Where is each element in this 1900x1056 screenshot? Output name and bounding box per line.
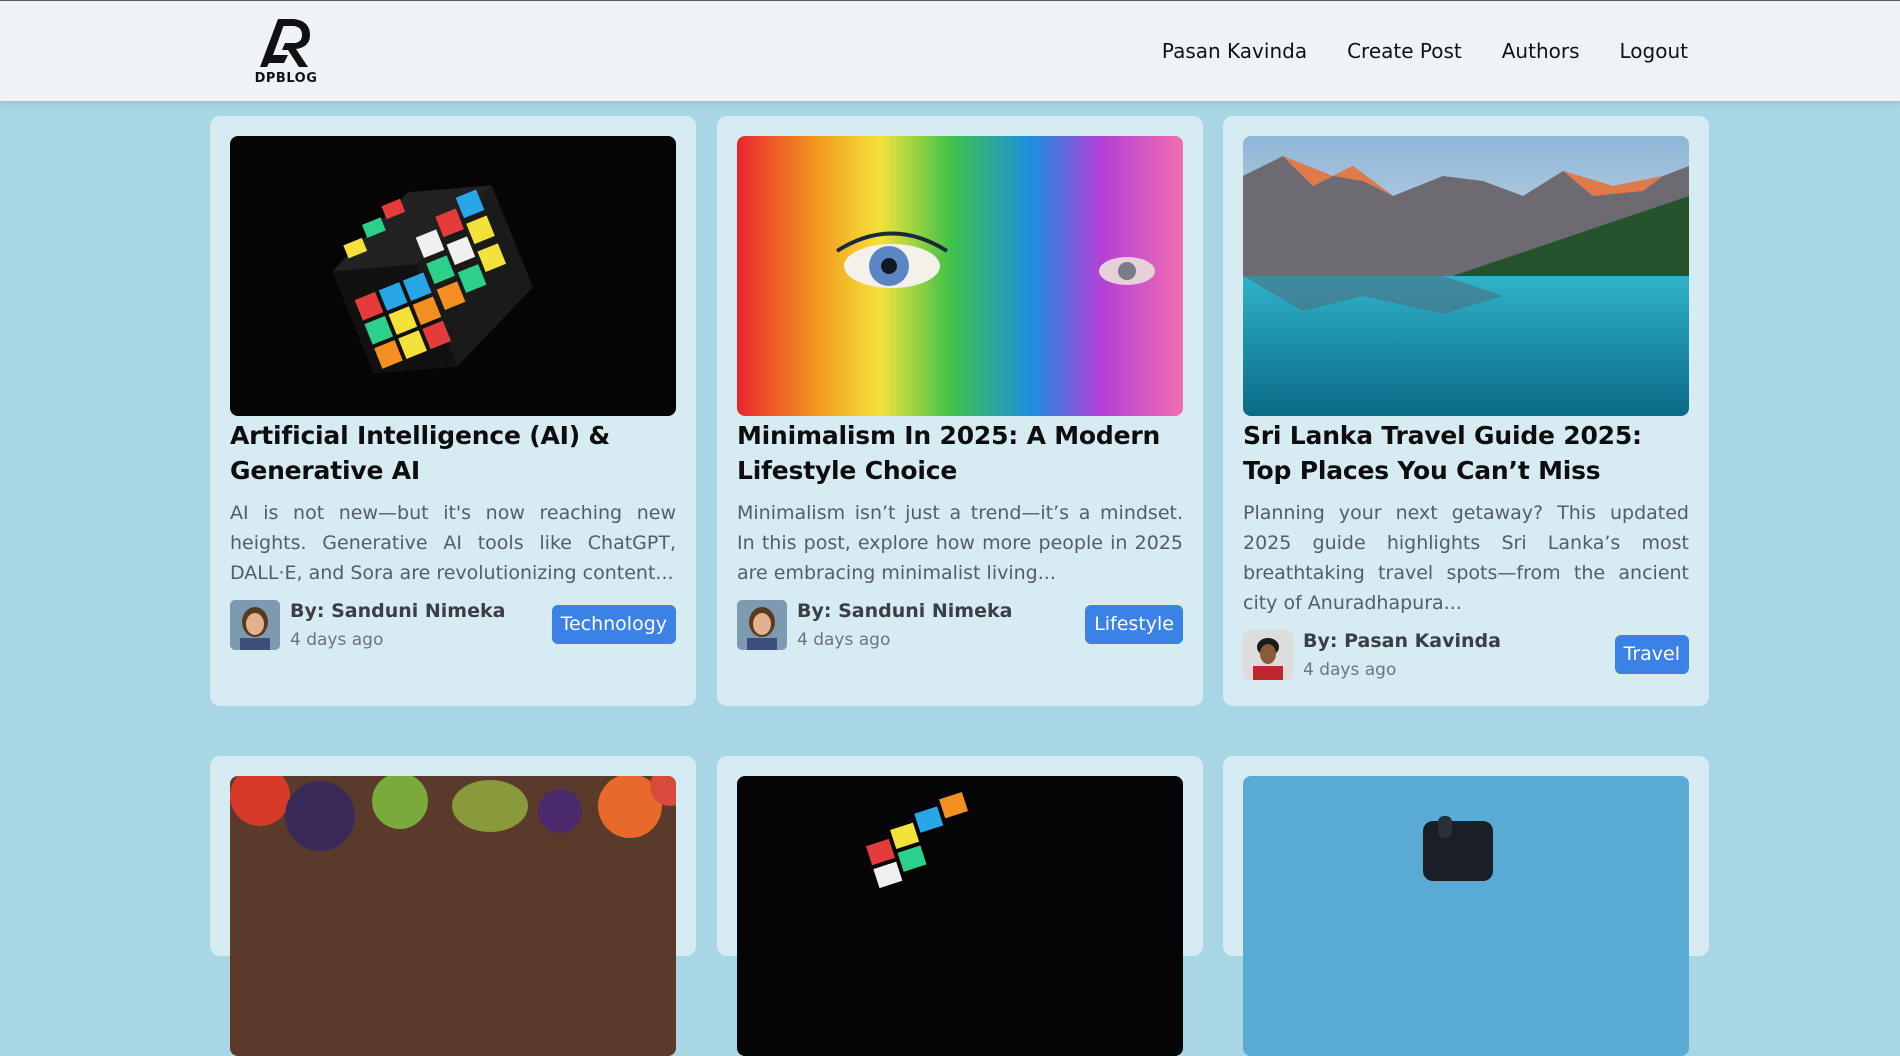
post-date: 4 days ago [1303,660,1397,680]
post-date: 4 days ago [290,630,384,650]
author-avatar [230,600,280,650]
post-footer: By: Pasan Kavinda 4 days ago Travel [1243,630,1689,682]
post-title[interactable]: Artificial Intelligence (AI) & Generativ… [230,418,676,488]
post-description: Minimalism isn’t just a trend—it’s a min… [737,502,1183,584]
nav-links: Pasan Kavinda Create Post Authors Logout [1162,39,1688,63]
post-card[interactable] [210,756,696,1056]
nav-link-logout[interactable]: Logout [1620,39,1688,63]
post-footer: By: Sanduni Nimeka 4 days ago Lifestyle [737,600,1183,652]
post-image-rubiks-cube[interactable] [230,136,676,416]
nav-link-profile[interactable]: Pasan Kavinda [1162,39,1307,63]
logo-text: DPBLOG [254,71,318,86]
post-title[interactable]: Sri Lanka Travel Guide 2025: Top Places … [1243,418,1689,488]
post-card[interactable]: Artificial Intelligence (AI) & Generativ… [210,116,696,706]
post-image-rubiks-cube[interactable] [737,776,1183,1056]
category-badge[interactable]: Travel [1614,635,1689,674]
category-badge[interactable]: Technology [551,605,676,644]
author-avatar [737,600,787,650]
post-card[interactable] [717,756,1203,1056]
logo-mark-icon [260,19,310,67]
post-description: Planning your next getaway? This updated… [1243,502,1689,614]
navbar: DPBLOG Pasan Kavinda Create Post Authors… [0,0,1900,101]
author-name: By: Sanduni Nimeka [290,600,506,622]
post-footer: By: Sanduni Nimeka 4 days ago Technology [230,600,676,652]
post-image-mountain-lake[interactable] [1243,136,1689,416]
nav-link-authors[interactable]: Authors [1502,39,1580,63]
post-image-hand[interactable] [1243,776,1689,1056]
post-card[interactable] [1223,756,1709,1056]
post-title[interactable]: Minimalism In 2025: A Modern Lifestyle C… [737,418,1183,488]
post-card[interactable]: Minimalism In 2025: A Modern Lifestyle C… [717,116,1203,706]
nav-link-create-post[interactable]: Create Post [1347,39,1462,63]
author-avatar [1243,630,1293,680]
category-badge[interactable]: Lifestyle [1085,605,1183,644]
post-date: 4 days ago [797,630,891,650]
site-logo[interactable]: DPBLOG [248,15,324,87]
post-card[interactable]: Sri Lanka Travel Guide 2025: Top Places … [1223,116,1709,706]
post-image-fruits[interactable] [230,776,676,1056]
post-description: AI is not new—but it's now reaching new … [230,502,676,584]
author-name: By: Pasan Kavinda [1303,630,1501,652]
post-image-painted-face[interactable] [737,136,1183,416]
author-name: By: Sanduni Nimeka [797,600,1013,622]
